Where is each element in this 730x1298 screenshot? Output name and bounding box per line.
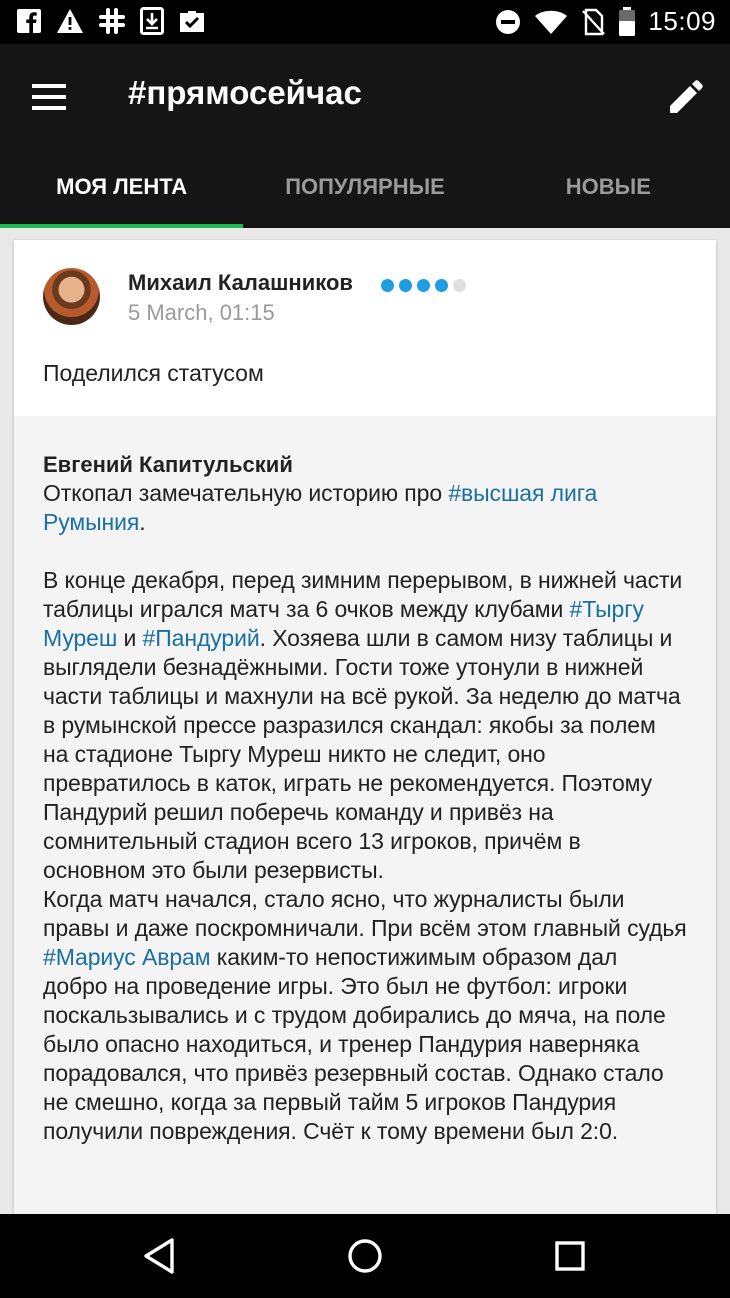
recents-button[interactable] bbox=[548, 1234, 592, 1278]
home-button[interactable] bbox=[343, 1234, 387, 1278]
tab-popular[interactable]: ПОПУЛЯРНЫЕ bbox=[243, 160, 486, 228]
system-icons: 15:09 bbox=[494, 6, 716, 37]
wifi-icon bbox=[534, 9, 568, 35]
shared-status[interactable]: Евгений Капитульский Откопал замечательн… bbox=[14, 416, 716, 1220]
tab-new[interactable]: НОВЫЕ bbox=[487, 160, 730, 228]
intro-paragraph: Откопал замечательную историю про #высша… bbox=[43, 479, 687, 537]
slack-icon bbox=[98, 7, 126, 35]
battery-icon bbox=[618, 6, 636, 37]
back-button[interactable] bbox=[138, 1234, 182, 1278]
briefcase-check-icon bbox=[178, 8, 206, 34]
menu-button[interactable] bbox=[30, 78, 70, 118]
navigation-bar bbox=[0, 1214, 730, 1298]
back-icon bbox=[144, 1238, 174, 1274]
pencil-icon bbox=[670, 80, 703, 113]
text-span: . bbox=[139, 509, 146, 535]
text-span: и bbox=[117, 625, 143, 651]
page-title: #прямосейчас bbox=[128, 74, 362, 111]
facebook-icon bbox=[16, 8, 42, 34]
compose-button[interactable] bbox=[664, 74, 708, 118]
rating-dot bbox=[381, 279, 394, 292]
author-name[interactable]: Михаил Калашников bbox=[128, 270, 353, 296]
alert-icon bbox=[56, 8, 84, 34]
rating-dot bbox=[399, 279, 412, 292]
feed-tabs: МОЯ ЛЕНТА ПОПУЛЯРНЫЕ НОВЫЕ bbox=[0, 160, 730, 228]
post-timestamp: 5 March, 01:15 bbox=[128, 300, 275, 325]
do-not-disturb-icon bbox=[494, 8, 522, 36]
post-card: Михаил Калашников 5 March, 01:15 Поделил… bbox=[14, 240, 716, 1220]
author-rating bbox=[381, 279, 466, 292]
clock: 15:09 bbox=[648, 6, 716, 36]
body-paragraph: Когда матч начался, стало ясно, что журн… bbox=[43, 885, 687, 1146]
shared-status-text: Откопал замечательную историю про #высша… bbox=[43, 479, 687, 1146]
rating-dot bbox=[417, 279, 430, 292]
body-paragraph: В конце декабря, перед зимним перерывом,… bbox=[43, 566, 687, 885]
post-action-text: Поделился статусом bbox=[43, 360, 264, 386]
status-bar: 15:09 bbox=[0, 0, 730, 44]
rating-dot bbox=[435, 279, 448, 292]
hashtag-link[interactable]: #Пандурий bbox=[143, 625, 260, 651]
text-span: . Хозяева шли в самом низу таблицы и выг… bbox=[43, 625, 681, 883]
no-sim-icon bbox=[580, 8, 606, 36]
text-span: каким-то непостижимым образом дал добро … bbox=[43, 944, 666, 1144]
avatar[interactable] bbox=[43, 268, 100, 325]
app-bar: #прямосейчас МОЯ ЛЕНТА ПОПУЛЯРНЫЕ НОВЫЕ bbox=[0, 44, 730, 228]
tab-my-feed[interactable]: МОЯ ЛЕНТА bbox=[0, 160, 244, 228]
shared-author-name[interactable]: Евгений Капитульский bbox=[43, 450, 687, 479]
rating-dot bbox=[453, 279, 466, 292]
hamburger-icon bbox=[32, 84, 66, 110]
download-icon bbox=[140, 7, 164, 35]
recents-icon bbox=[555, 1241, 585, 1271]
text-span: Откопал замечательную историю про bbox=[43, 480, 449, 506]
home-icon bbox=[348, 1239, 382, 1273]
hashtag-link[interactable]: #Мариус Аврам bbox=[43, 944, 211, 970]
notification-icons bbox=[16, 7, 206, 35]
text-span: Когда матч начался, стало ясно, что журн… bbox=[43, 886, 687, 941]
